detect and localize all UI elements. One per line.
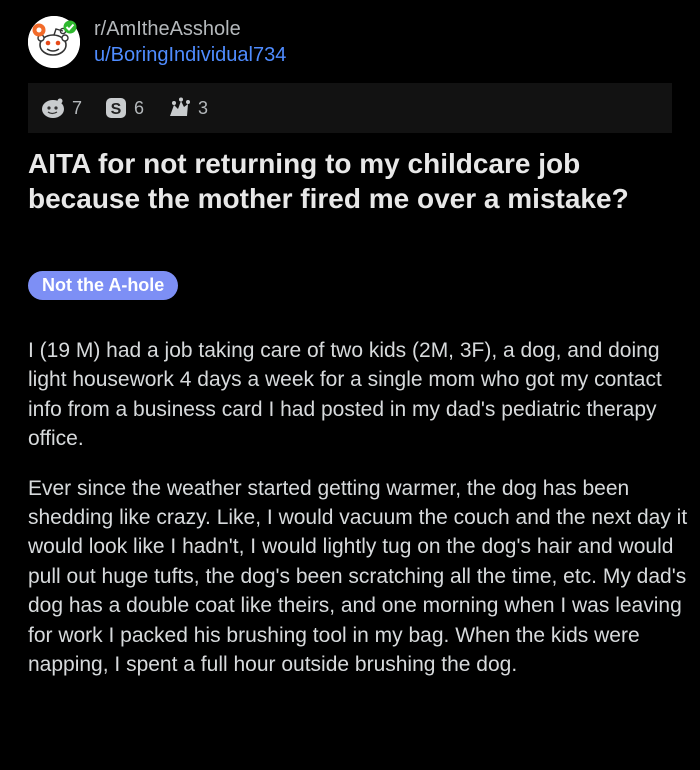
subreddit-name[interactable]: r/AmItheAsshole (94, 16, 286, 42)
post-flair[interactable]: Not the A-hole (28, 271, 179, 300)
author-username[interactable]: u/BoringIndividual734 (94, 42, 286, 68)
helpful-award-icon (166, 96, 192, 120)
post-body: I (19 M) had a job taking care of two ki… (28, 336, 688, 699)
body-paragraph: Ever since the weather started getting w… (28, 476, 688, 677)
award-gold[interactable]: S 6 (104, 96, 144, 120)
award-helpful-count: 3 (198, 97, 209, 118)
award-gold-count: 6 (134, 97, 145, 118)
reddit-snoo-avatar-icon[interactable] (28, 16, 80, 68)
award-silver[interactable]: 7 (40, 97, 82, 119)
silver-award-icon (40, 97, 66, 119)
awards-bar[interactable]: 7 S 6 3 (28, 83, 672, 133)
body-paragraph: I (19 M) had a job taking care of two ki… (28, 339, 662, 451)
post-title[interactable]: AITA for not returning to my childcare j… (28, 146, 678, 216)
award-helpful[interactable]: 3 (166, 96, 208, 120)
post-header: r/AmItheAsshole u/BoringIndividual734 (28, 14, 286, 70)
gold-award-icon: S (104, 96, 128, 120)
award-silver-count: 7 (72, 97, 83, 118)
svg-text:S: S (111, 101, 122, 118)
